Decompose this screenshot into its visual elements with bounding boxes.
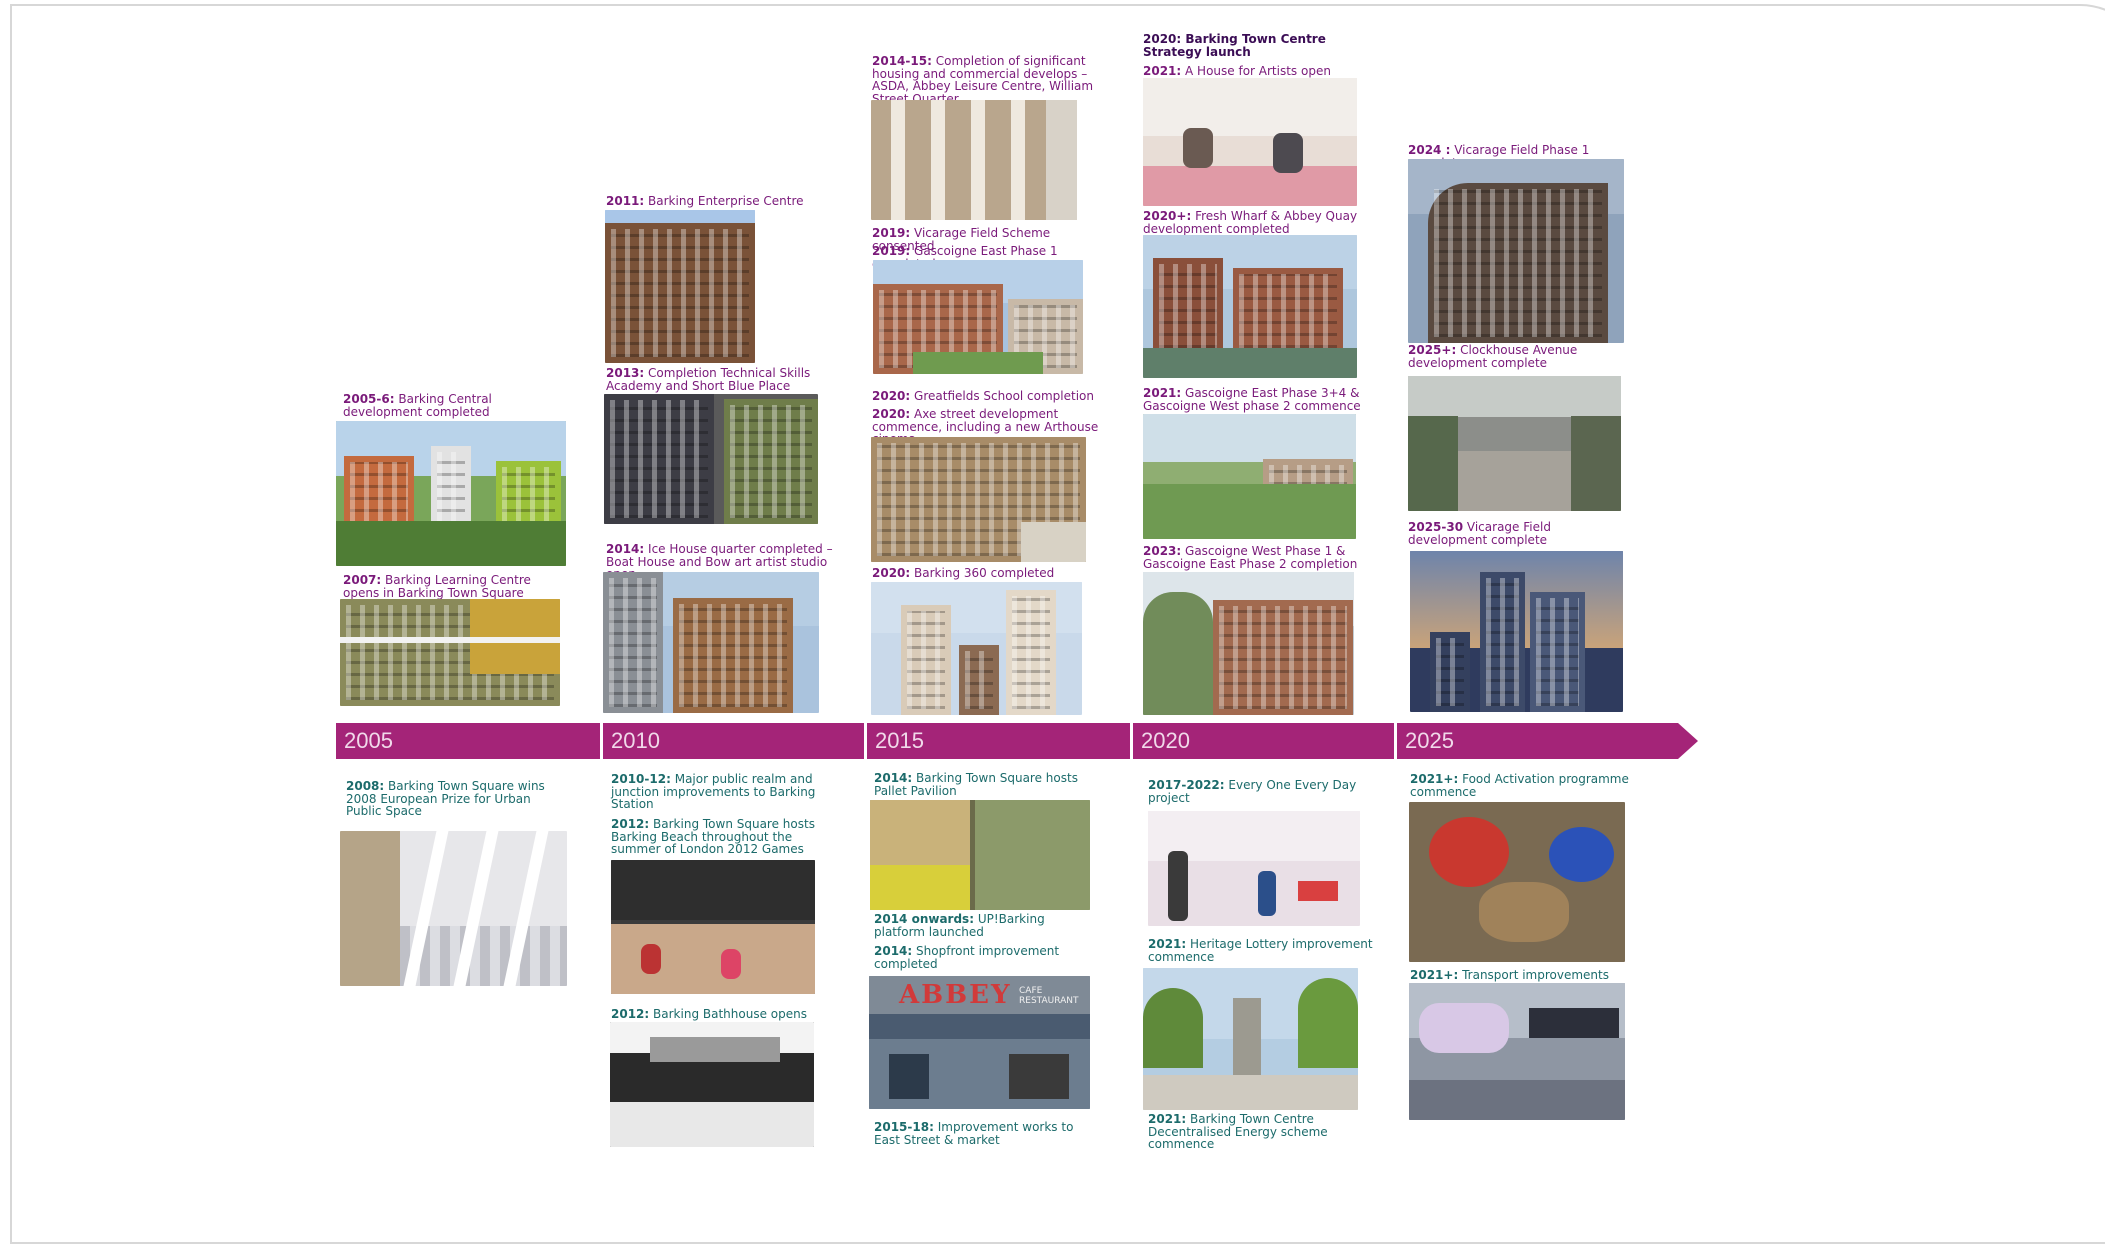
photo-gascoigne-2023 <box>1143 572 1354 715</box>
event-2020-fresh-wharf: 2020+: Fresh Wharf & Abbey Quay developm… <box>1143 209 1358 236</box>
photo-town-square <box>340 831 567 986</box>
event-2008: 2008: Barking Town Square wins 2008 Euro… <box>346 779 545 818</box>
photo-abbey-cafe: ABBEY CAFE RESTAURANT <box>869 976 1090 1109</box>
event-2014-shopfront: 2014: Shopfront improvement completed <box>874 944 1060 971</box>
event-2010-12: 2010-12: Major public realm and junction… <box>611 772 816 811</box>
timeline-arrowhead <box>1678 723 1698 759</box>
photo-ice-house <box>603 572 819 713</box>
photo-skills-academy <box>604 394 818 524</box>
photo-pallet-pavilion <box>870 800 1090 910</box>
photo-house-for-artists <box>1143 78 1357 206</box>
photo-enterprise-centre <box>605 210 755 363</box>
event-2021-transport: 2021+: Transport improvements <box>1410 968 1609 982</box>
event-2017-2022: 2017-2022: Every One Every Day project <box>1148 778 1357 805</box>
photo-learning-centre <box>340 599 560 706</box>
event-2013: 2013: Completion Technical Skills Academ… <box>606 366 811 393</box>
year-2010: 2010 <box>600 723 864 759</box>
event-2020-greatfields: 2020: Greatfields School completion <box>872 389 1095 403</box>
event-2014-up-barking: 2014 onwards: UP!Barking platform launch… <box>874 912 1045 939</box>
event-2025-clockhouse: 2025+: Clockhouse Avenue development com… <box>1408 343 1578 370</box>
year-2015: 2015 <box>864 723 1128 759</box>
timeline-bar: 2005 2010 2015 2020 2025 <box>336 723 1698 759</box>
abbey-cafe-sign: ABBEY <box>899 980 1012 1010</box>
event-2007: 2007: Barking Learning Centre opens in B… <box>343 573 531 600</box>
photo-vicarage-development <box>1410 551 1623 712</box>
event-2021-heritage-lottery: 2021: Heritage Lottery improvement comme… <box>1148 937 1373 964</box>
event-2021-gascoigne-3-4: 2021: Gascoigne East Phase 3+4 & Gascoig… <box>1143 386 1361 413</box>
event-2012-bathhouse: 2012: Barking Bathhouse opens <box>611 1007 807 1021</box>
event-2021-house-for-artists: 2021: A House for Artists open <box>1143 64 1331 78</box>
photo-every-one-every-day <box>1148 811 1360 926</box>
event-2012-beach: 2012: Barking Town Square hosts Barking … <box>611 817 815 856</box>
photo-fresh-wharf <box>1143 235 1357 378</box>
photo-barking-360 <box>871 582 1082 715</box>
year-2020: 2020 <box>1130 723 1394 759</box>
event-2015-18: 2015-18: Improvement works to East Stree… <box>874 1120 1074 1147</box>
photo-bathhouse <box>610 1022 814 1147</box>
photo-gascoigne-east <box>873 260 1083 374</box>
photo-vicarage-phase-1 <box>1408 159 1624 343</box>
photo-transport <box>1409 983 1625 1120</box>
abbey-cafe-subsign: CAFE RESTAURANT <box>1019 986 1079 1006</box>
event-2005-6: 2005-6: Barking Central development comp… <box>343 392 492 419</box>
event-2021-energy-scheme: 2021: Barking Town Centre Decentralised … <box>1148 1112 1328 1151</box>
photo-axe-street <box>871 437 1086 562</box>
year-2025: 2025 <box>1394 723 1678 759</box>
year-2005: 2005 <box>344 728 393 753</box>
event-2020-strategy-launch: 2020: Barking Town Centre Strategy launc… <box>1143 32 1326 59</box>
event-2014-pallet: 2014: Barking Town Square hosts Pallet P… <box>874 771 1078 798</box>
photo-barking-central <box>336 421 566 566</box>
photo-food-activation <box>1409 802 1625 962</box>
photo-heritage-square <box>1143 968 1358 1110</box>
event-2020-barking-360: 2020: Barking 360 completed <box>872 566 1055 580</box>
event-2014-15: 2014-15: Completion of significant housi… <box>872 54 1094 106</box>
photo-barking-beach <box>611 860 815 994</box>
event-2023-gascoigne: 2023: Gascoigne West Phase 1 & Gascoigne… <box>1143 544 1358 571</box>
event-2021-food-activation: 2021+: Food Activation programme commenc… <box>1410 772 1629 799</box>
photo-william-street <box>871 100 1077 220</box>
photo-gascoigne-west <box>1143 414 1356 539</box>
event-2025-30-vicarage: 2025-30 Vicarage Field development compl… <box>1408 520 1551 547</box>
photo-clockhouse-avenue <box>1408 376 1621 511</box>
